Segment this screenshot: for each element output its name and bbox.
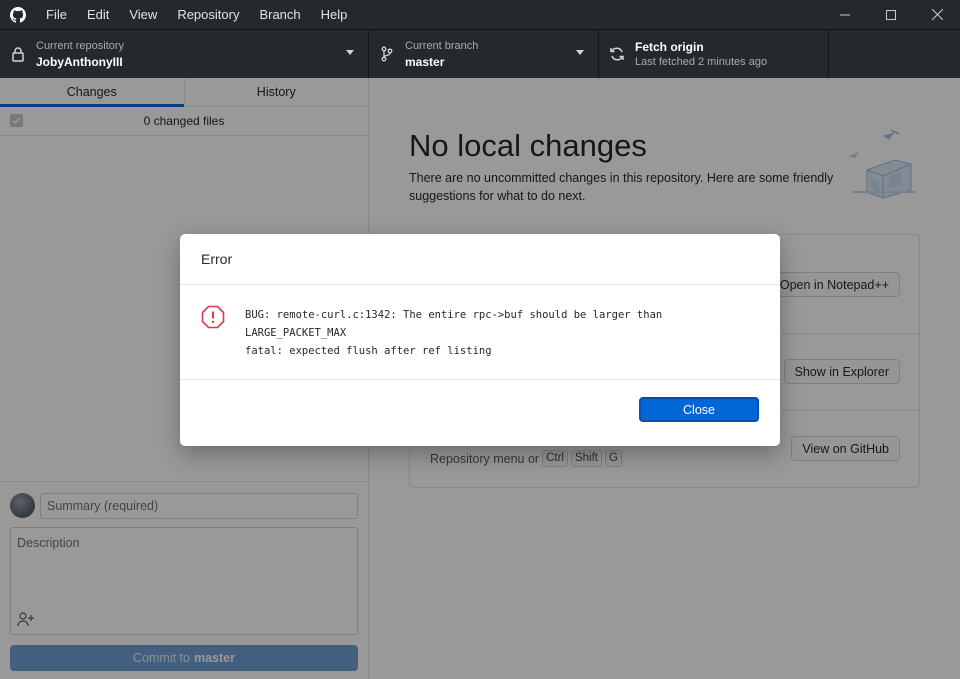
current-branch-dropdown[interactable]: Current branch master	[369, 30, 599, 78]
error-stop-icon	[201, 305, 225, 329]
fetch-label: Fetch origin	[635, 39, 704, 54]
branch-label: Current branch	[405, 39, 479, 52]
error-message: BUG: remote-curl.c:1342: The entire rpc-…	[245, 309, 663, 357]
chevron-down-icon	[346, 50, 354, 55]
error-dialog: Error BUG: remote-curl.c:1342: The entir…	[180, 234, 780, 446]
branch-icon	[369, 46, 405, 62]
github-logo-icon	[0, 0, 36, 29]
toolbar: Current repository JobyAnthonyIII Curren…	[0, 29, 960, 78]
branch-name: master	[405, 54, 445, 69]
chevron-down-icon	[576, 50, 584, 55]
window-controls	[822, 0, 960, 29]
menu-bar: File Edit View Repository Branch Help	[36, 0, 357, 29]
dialog-footer: Close	[180, 380, 780, 446]
dialog-title: Error	[180, 234, 780, 285]
title-bar: File Edit View Repository Branch Help	[0, 0, 960, 29]
menu-edit[interactable]: Edit	[77, 0, 119, 29]
dialog-body: BUG: remote-curl.c:1342: The entire rpc-…	[180, 285, 780, 380]
menu-help[interactable]: Help	[311, 0, 358, 29]
repository-name: JobyAnthonyIII	[36, 54, 123, 69]
fetch-origin-button[interactable]: Fetch origin Last fetched 2 minutes ago	[599, 30, 829, 78]
lock-icon	[0, 46, 36, 62]
menu-view[interactable]: View	[119, 0, 167, 29]
menu-repository[interactable]: Repository	[167, 0, 249, 29]
repository-label: Current repository	[36, 39, 125, 52]
menu-branch[interactable]: Branch	[249, 0, 310, 29]
minimize-icon[interactable]	[822, 0, 868, 29]
sync-icon	[599, 46, 635, 62]
close-button[interactable]: Close	[639, 397, 759, 422]
fetch-status: Last fetched 2 minutes ago	[635, 55, 768, 68]
current-repository-dropdown[interactable]: Current repository JobyAnthonyIII	[0, 30, 369, 78]
close-window-icon[interactable]	[914, 0, 960, 29]
menu-file[interactable]: File	[36, 0, 77, 29]
maximize-icon[interactable]	[868, 0, 914, 29]
